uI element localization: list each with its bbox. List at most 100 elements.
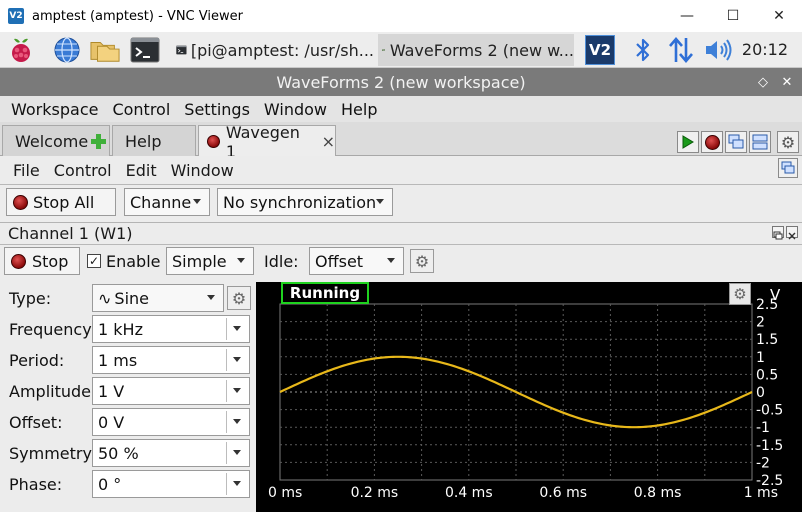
volume-icon[interactable] [704,35,734,65]
browser-globe-icon[interactable] [52,35,82,65]
minimize-button[interactable]: — [664,0,710,32]
channels-dropdown[interactable]: Channels [124,188,210,216]
y-tick-label: -1 [756,420,770,436]
x-tick-label: 1 ms [744,485,778,501]
chevron-down-icon [193,199,201,204]
menu-help[interactable]: Help [341,100,377,119]
idle-dropdown[interactable]: Offset [309,247,404,275]
divider [226,318,227,340]
menu-settings[interactable]: Settings [184,100,250,119]
gear-icon: ⚙ [780,132,796,152]
menu-window[interactable]: Window [264,100,327,119]
menu-wavegen-control[interactable]: Control [54,161,112,180]
frequency-input[interactable]: 1 kHz [92,315,250,343]
x-tick-label: 0.4 ms [445,485,493,501]
offset-input[interactable]: 0 V [92,408,250,436]
divider [226,442,227,464]
tab-help[interactable]: Help [112,125,196,156]
main-menubar: Workspace Control Settings Window Help [0,96,802,122]
channel-stop-button[interactable]: Stop [4,247,80,275]
offset-label: Offset: [9,413,63,432]
chevron-down-icon[interactable] [233,419,241,424]
wavegen-menubar: File Control Edit Window [0,156,802,184]
taskbar-task-waveforms[interactable]: WaveForms 2 (new w... [378,34,574,66]
period-input[interactable]: 1 ms [92,346,250,374]
y-axis-unit: V [770,286,781,304]
dock-windows-icon [781,161,795,174]
enable-checkbox[interactable]: ✓ [87,254,101,268]
chevron-down-icon[interactable] [233,481,241,486]
divider [0,244,802,245]
tab-wavegen-1[interactable]: Wavegen 1 × [198,123,336,161]
close-window-button[interactable]: ✕ [756,0,802,32]
app-restore-button[interactable]: ◇ [752,68,774,96]
tile-windows-button[interactable] [749,131,771,153]
waveforms-logo-icon [382,48,385,52]
terminal-icon[interactable] [130,35,160,65]
tab-label: Help [125,131,162,151]
sync-value: No synchronization [223,192,377,212]
mode-dropdown[interactable]: Simple [166,247,254,275]
taskbar: [pi@amptest: /usr/sh... WaveForms 2 (new… [0,32,802,68]
idle-value: Offset [315,251,364,271]
file-manager-folder-icon[interactable] [90,35,120,65]
menu-file[interactable]: File [13,161,40,180]
tab-welcome[interactable]: Welcome [2,125,110,156]
symmetry-input[interactable]: 50 % [92,439,250,467]
phase-input[interactable]: 0 ° [92,470,250,498]
dock-toggle-button[interactable] [778,158,798,178]
phase-value: 0 ° [98,474,122,494]
run-all-button[interactable] [677,131,699,153]
amplitude-label: Amplitude: [9,382,97,401]
y-tick-label: -0.5 [756,403,783,419]
cascade-windows-button[interactable] [725,131,747,153]
chevron-down-icon[interactable] [233,326,241,331]
type-dropdown[interactable]: ∿ Sine [92,284,224,312]
menu-control[interactable]: Control [112,100,170,119]
y-axis-ticks: 2.521.510.50-0.5-1-1.5-2-2.5 [756,297,783,489]
menu-edit[interactable]: Edit [126,161,157,180]
tab-close-icon[interactable]: × [322,132,335,151]
stop-all-button[interactable]: Stop All [6,188,116,216]
plot-settings-button[interactable]: ⚙ [729,283,751,305]
channel-title: Channel 1 (W1) [8,224,133,243]
terminal-task-icon [176,45,187,55]
taskbar-task-terminal[interactable]: [pi@amptest: /usr/sh... [172,34,374,66]
chevron-down-icon[interactable] [233,388,241,393]
chevron-down-icon[interactable] [233,450,241,455]
channels-label: Channels [130,192,192,212]
frequency-label: Frequency: [9,320,96,339]
frequency-value: 1 kHz [98,319,143,339]
y-tick-label: 0.5 [756,367,778,383]
play-icon [682,135,694,149]
taskbar-task-label: [pi@amptest: /usr/sh... [190,40,374,60]
x-tick-label: 0.2 ms [351,485,399,501]
stop-all-label: Stop All [33,192,95,212]
bluetooth-icon[interactable] [628,35,658,65]
maximize-button[interactable]: ☐ [710,0,756,32]
chevron-down-icon[interactable] [233,357,241,362]
menu-workspace[interactable]: Workspace [11,100,98,119]
channel-header: Channel 1 (W1) [0,222,802,244]
phase-label: Phase: [9,475,63,494]
vnc-window-title: amptest (amptest) - VNC Viewer [32,8,243,24]
add-plus-icon[interactable] [90,133,107,150]
raspberry-menu-icon[interactable] [6,35,36,65]
synchronization-dropdown[interactable]: No synchronization [217,188,393,216]
type-settings-button[interactable]: ⚙ [227,286,251,310]
channel-settings-button[interactable]: ⚙ [410,249,434,273]
mode-value: Simple [172,251,227,271]
vnc-server-icon[interactable]: V2 [584,35,616,65]
app-close-button[interactable]: ✕ [776,68,798,96]
waveform-plot[interactable]: 2.5 2 1.5 1 0.5 0 -0.5 -1 -1.5 -2 -2.5 0 ms 0.2 ms 0… [256,282,802,512]
menu-wavegen-window[interactable]: Window [171,161,234,180]
tile-windows-icon [752,134,768,150]
amplitude-input[interactable]: 1 V [92,377,250,405]
channel-float-button[interactable] [772,226,784,240]
network-transfer-icon[interactable] [666,35,696,65]
y-tick-label: 2 [756,315,765,331]
stop-all-tool-button[interactable] [701,131,723,153]
stop-icon [704,134,720,150]
channel-close-button[interactable] [786,226,798,240]
workspace-settings-button[interactable]: ⚙ [777,131,799,153]
